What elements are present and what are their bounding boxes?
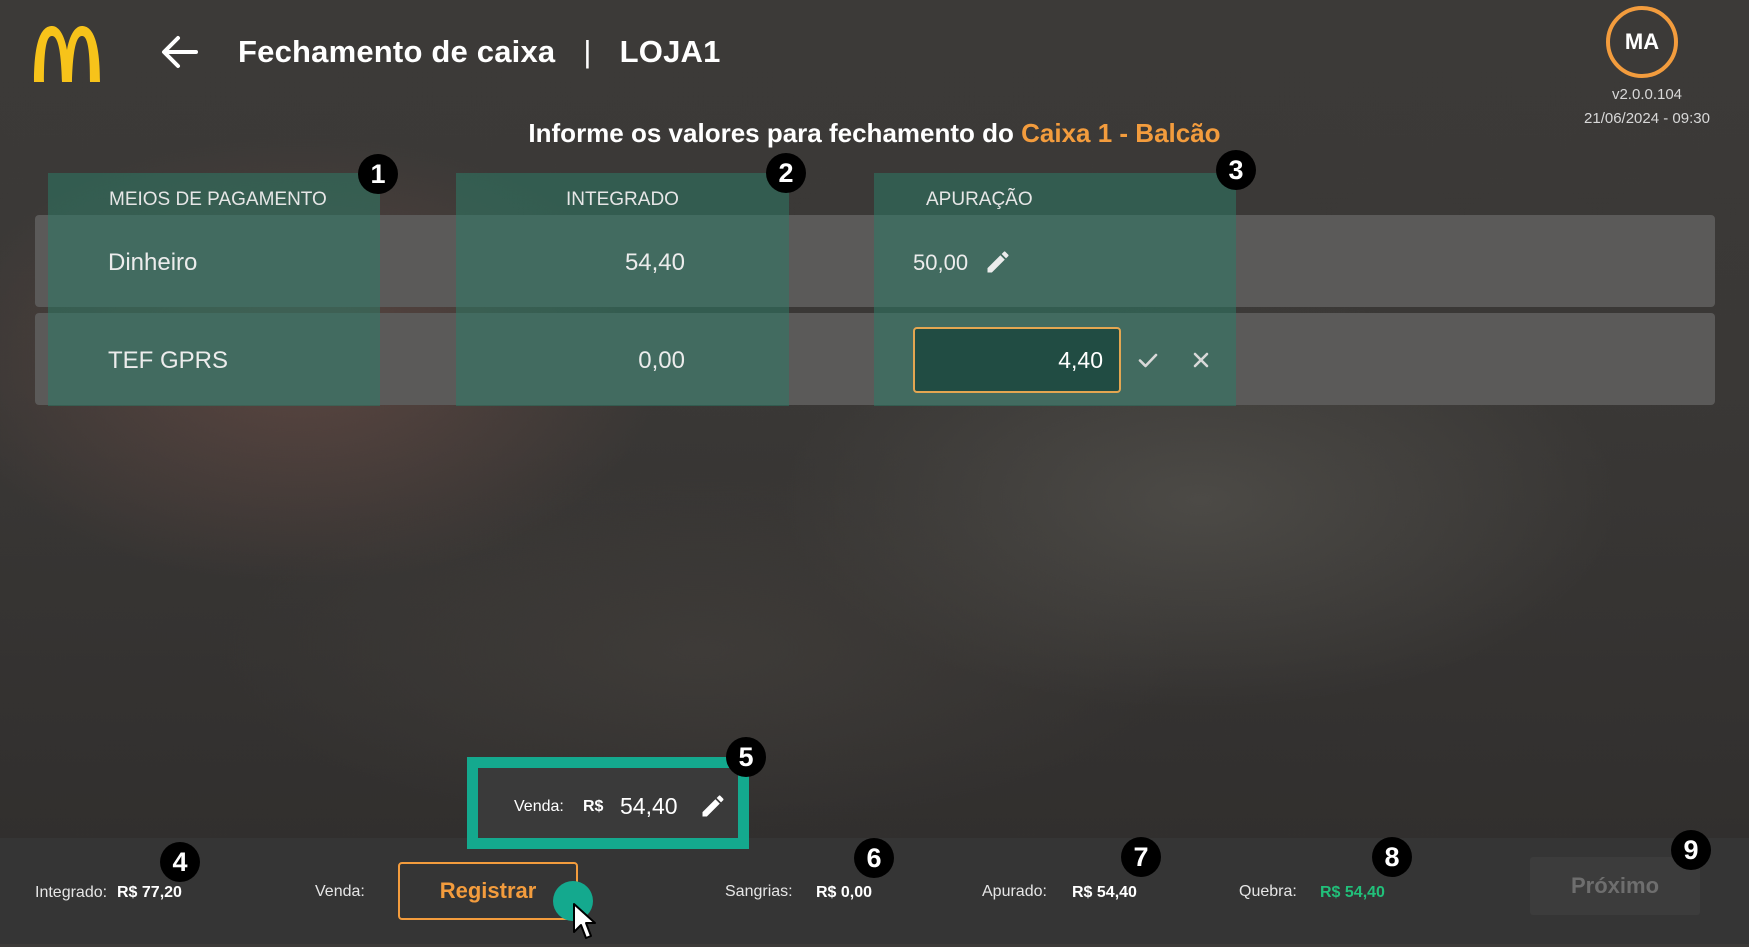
annotation-badge: 9 <box>1671 830 1711 870</box>
sangrias-label: Sangrias: <box>725 883 793 900</box>
close-icon[interactable] <box>1189 348 1213 377</box>
check-icon[interactable] <box>1136 348 1160 377</box>
integrado-label: Integrado: <box>35 884 108 901</box>
annotation-badge: 8 <box>1372 837 1412 877</box>
payment-method-cell: TEF GPRS <box>108 347 229 374</box>
venda-popup-label: Venda: <box>514 798 564 815</box>
column-header-apuracao: APURAÇÃO <box>926 189 1033 210</box>
pencil-icon[interactable] <box>984 248 1012 281</box>
apurado-value: R$ 54,40 <box>1072 884 1137 901</box>
avatar-initials: MA <box>1624 29 1660 54</box>
app-version: v2.0.0.104 <box>1611 86 1683 103</box>
page-title: Fechamento de caixa | LOJA1 <box>238 34 721 70</box>
instruction-prefix: Informe os valores para fechamento do <box>528 118 1014 148</box>
mcdonalds-logo <box>32 24 102 84</box>
user-avatar[interactable]: MA <box>1606 6 1678 78</box>
apuracao-cell: 50,00 <box>913 250 969 275</box>
column-header-payment: MEIOS DE PAGAMENTO <box>109 189 327 210</box>
annotation-badge: 5 <box>726 737 766 777</box>
sangrias-value: R$ 0,00 <box>816 884 873 901</box>
column-header-integrated: INTEGRADO <box>566 189 679 210</box>
venda-label: Venda: <box>315 883 365 900</box>
apuracao-input[interactable] <box>913 327 1121 393</box>
instruction-text: Informe os valores para fechamento do Ca… <box>0 118 1749 149</box>
integrado-value: R$ 77,20 <box>117 884 182 901</box>
register-name: Caixa 1 - Balcão <box>1021 118 1221 148</box>
integrated-cell: 54,40 <box>624 249 685 276</box>
quebra-label: Quebra: <box>1239 883 1297 900</box>
annotation-badge: 3 <box>1216 150 1256 190</box>
annotation-badge: 6 <box>854 838 894 878</box>
next-button[interactable]: Próximo <box>1530 857 1700 915</box>
annotation-badge: 4 <box>160 842 200 882</box>
title-separator: | <box>583 34 592 69</box>
pencil-icon[interactable] <box>699 792 727 825</box>
integrated-cell: 0,00 <box>638 347 685 374</box>
register-button[interactable]: Registrar <box>398 862 578 920</box>
venda-edit-popup: Venda: R$ 54,40 <box>467 757 749 849</box>
apurado-label: Apurado: <box>982 883 1047 900</box>
venda-popup-value: 54,40 <box>620 793 678 819</box>
venda-popup-currency: R$ <box>583 798 604 815</box>
back-arrow-icon[interactable] <box>158 30 202 74</box>
cursor-pointer-icon <box>572 902 598 947</box>
annotation-badge: 7 <box>1121 837 1161 877</box>
annotation-badge: 1 <box>358 154 398 194</box>
quebra-value: R$ 54,40 <box>1320 884 1385 901</box>
page-title-text: Fechamento de caixa <box>238 34 556 69</box>
payment-method-cell: Dinheiro <box>108 249 198 276</box>
store-name: LOJA1 <box>619 34 721 69</box>
annotation-badge: 2 <box>766 153 806 193</box>
